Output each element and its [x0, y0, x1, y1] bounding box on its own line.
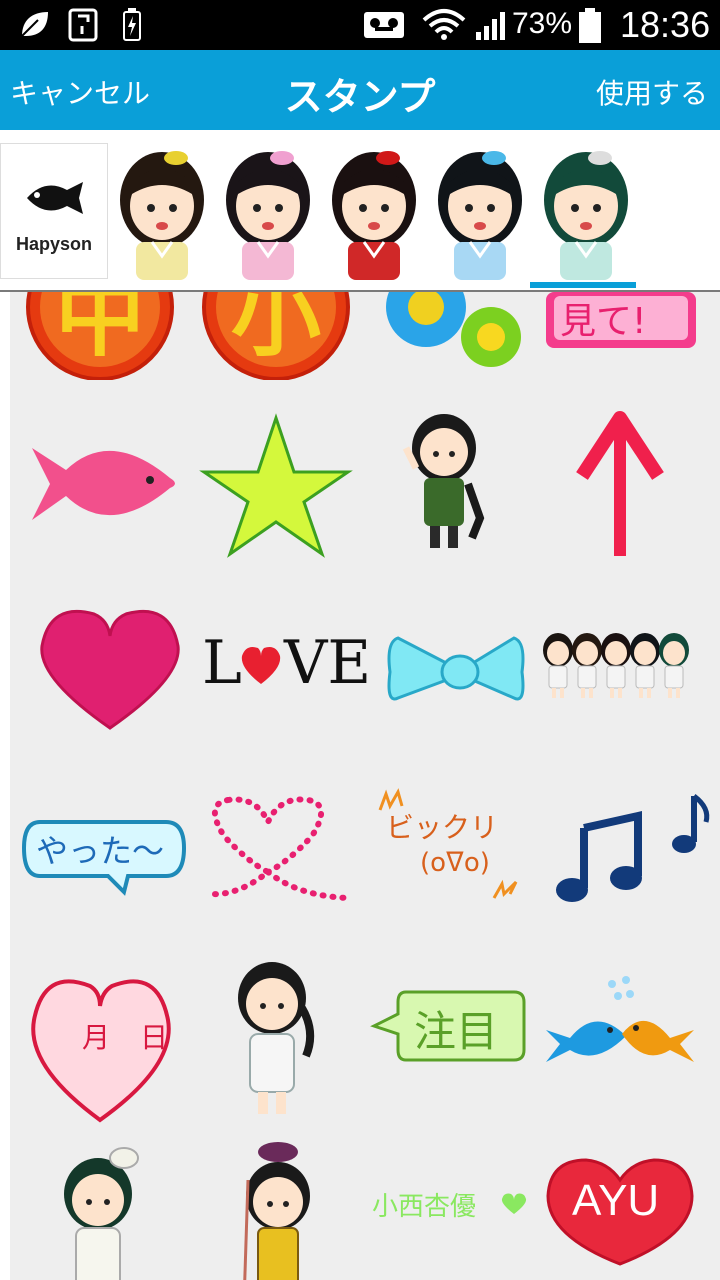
- use-button[interactable]: 使用する: [596, 72, 708, 112]
- stamp-red-up-arrow[interactable]: [550, 388, 720, 566]
- wifi-icon: [422, 9, 466, 40]
- green-heart-icon: [501, 1193, 527, 1214]
- stamp-flowers[interactable]: [376, 292, 554, 380]
- stamp-music-notes[interactable]: [550, 776, 720, 954]
- stamp-dotted-heart[interactable]: [198, 776, 376, 954]
- stamp-mite-sign[interactable]: 見て!: [540, 292, 718, 380]
- character-avatar: [120, 151, 204, 280]
- nfc-icon: [68, 8, 98, 42]
- character-avatar: [332, 151, 416, 280]
- stamp-red-circle-sho[interactable]: 小: [198, 292, 376, 380]
- fish-logo-icon: [27, 182, 83, 214]
- name-text: 小西杏優: [372, 1192, 477, 1222]
- group-member: [630, 633, 660, 698]
- clock: 18:36: [620, 4, 711, 45]
- stamp-green-star[interactable]: [198, 388, 376, 566]
- signal-icon: [476, 12, 505, 40]
- battery-percent: 73%: [512, 7, 573, 40]
- leaf-icon: [19, 12, 48, 39]
- yatta-text: やった〜: [36, 832, 165, 870]
- love-ve: VE: [284, 628, 372, 698]
- bikkuri-text: ビックリ: [386, 811, 499, 844]
- stamp-ayu-heart[interactable]: AYU: [540, 1140, 718, 1280]
- tab-character-3[interactable]: [324, 142, 424, 282]
- stamp-calendar-heart[interactable]: 月 日: [20, 970, 198, 1148]
- ayu-text: AYU: [572, 1176, 660, 1225]
- stamp-kissing-fish[interactable]: [540, 970, 718, 1148]
- love-heart-icon: [241, 647, 281, 684]
- stamp-grid: 中 小 見て! L VE やった〜 ビックリ (oᐁo) 月 日 注目 小西杏優…: [10, 292, 720, 1280]
- mite-text: 見て!: [560, 301, 647, 342]
- svg-text:中: 中: [55, 292, 145, 369]
- tab-character-2[interactable]: [218, 142, 318, 282]
- stamp-chibi-girl-wave[interactable]: [376, 388, 554, 566]
- stamp-pink-fish[interactable]: [20, 388, 198, 566]
- stamp-set-tabs: Hapyson: [0, 130, 720, 292]
- voicemail-icon: [364, 12, 404, 38]
- bikkuri-face: (oᐁo): [420, 848, 490, 878]
- stamp-pink-heart[interactable]: [20, 582, 198, 760]
- status-bar: 73% 18:36: [0, 0, 720, 50]
- stamp-bikkuri[interactable]: ビックリ (oᐁo): [376, 776, 554, 954]
- stamp-chuumoku-bubble[interactable]: 注目: [366, 970, 544, 1148]
- tab-character-5[interactable]: [536, 142, 636, 282]
- tab-character-1[interactable]: [112, 142, 212, 282]
- app-bar: キャンセル スタンプ 使用する: [0, 50, 720, 130]
- stamp-chibi-girl-hat[interactable]: [40, 1140, 218, 1280]
- group-member: [572, 633, 602, 698]
- character-avatar: [544, 151, 628, 280]
- chuumoku-text: 注目: [414, 1007, 499, 1056]
- stamp-love-text[interactable]: L VE: [198, 582, 376, 760]
- svg-text:小: 小: [231, 292, 321, 369]
- group-member: [601, 633, 631, 698]
- tab-hapyson[interactable]: Hapyson: [0, 143, 108, 279]
- tab-hapyson-label: Hapyson: [15, 234, 93, 254]
- tab-character-4[interactable]: [430, 142, 530, 282]
- stamp-yatta-bubble[interactable]: やった〜: [20, 776, 198, 954]
- battery-charging-icon: [123, 8, 141, 41]
- stamp-group-chibi[interactable]: [540, 582, 718, 760]
- battery-icon: [579, 8, 601, 43]
- character-avatar: [226, 151, 310, 280]
- stamp-blue-ribbon[interactable]: [376, 582, 554, 760]
- character-avatar: [438, 151, 522, 280]
- stamp-red-circle-chu[interactable]: 中: [20, 292, 198, 380]
- love-l: L: [202, 628, 242, 698]
- stamp-name-text[interactable]: 小西杏優: [368, 1140, 546, 1280]
- calendar-day: 日: [140, 1021, 169, 1054]
- group-member: [543, 633, 573, 698]
- group-member: [659, 633, 689, 698]
- calendar-month: 月: [82, 1021, 111, 1054]
- selected-tab-indicator: [530, 282, 636, 288]
